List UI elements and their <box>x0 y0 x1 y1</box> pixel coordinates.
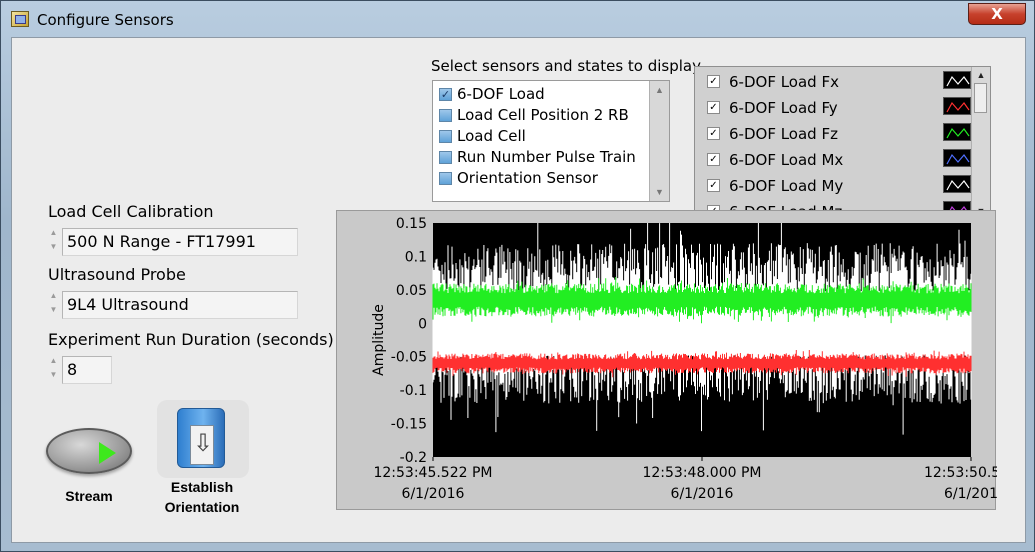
legend-scrollbar[interactable]: ▲ ▼ <box>971 67 990 219</box>
establish-orientation-label: Establish Orientation <box>152 477 252 517</box>
x-tick-label: 6/1/2016 <box>402 486 465 502</box>
checkbox-checked-icon[interactable]: ✓ <box>707 153 720 166</box>
x-tick-label: 12:53:45.522 PM <box>373 465 492 481</box>
duration-label: Experiment Run Duration (seconds) <box>48 330 334 349</box>
probe-spinner[interactable]: ▲ ▼ <box>48 289 59 317</box>
establish-label-line2: Orientation <box>164 499 240 515</box>
stream-button[interactable] <box>46 428 132 474</box>
window-title: Configure Sensors <box>37 11 174 29</box>
spin-down-icon[interactable]: ▼ <box>48 303 59 317</box>
checkbox-checked-icon[interactable]: ✓ <box>707 101 720 114</box>
sensor-listbox[interactable]: ✓ 6-DOF Load Load Cell Position 2 RB Loa… <box>432 80 670 202</box>
spin-down-icon[interactable]: ▼ <box>48 368 59 382</box>
orientation-cube-icon <box>177 408 225 468</box>
spin-up-icon[interactable]: ▲ <box>48 289 59 303</box>
scroll-thumb[interactable] <box>974 83 987 113</box>
close-button[interactable]: X <box>968 3 1026 25</box>
sensor-item-label: 6-DOF Load <box>457 85 545 103</box>
sensor-item-label: Load Cell <box>457 127 526 145</box>
scroll-up-icon[interactable]: ▲ <box>972 70 990 80</box>
y-tick-label: 0.1 <box>405 249 427 265</box>
spin-up-icon[interactable]: ▲ <box>48 354 59 368</box>
plot-swatch-icon[interactable] <box>943 123 971 141</box>
legend-item-label: 6-DOF Load Fz <box>729 125 838 143</box>
legend-item-label: 6-DOF Load Fy <box>729 99 838 117</box>
establish-label-line1: Establish <box>170 479 234 495</box>
main-panel: Load Cell Calibration ▲ ▼ 500 N Range - F… <box>11 37 1026 543</box>
x-tick-label: 6/1/2016 <box>671 486 734 502</box>
calibration-field[interactable]: 500 N Range - FT17991 <box>62 228 298 256</box>
duration-spinner[interactable]: ▲ ▼ <box>48 354 59 382</box>
checkbox-icon[interactable] <box>439 109 452 122</box>
stream-label: Stream <box>65 488 113 504</box>
duration-field[interactable]: 8 <box>62 356 112 384</box>
plot-legend: ✓ 6-DOF Load Fx ✓ 6-DOF Load Fy ✓ 6-DOF … <box>694 66 991 221</box>
legend-item-label: 6-DOF Load Mx <box>729 151 844 169</box>
title-bar[interactable]: Configure Sensors X <box>1 1 1034 37</box>
sensor-list-scrollbar[interactable]: ▲ ▼ <box>649 81 669 201</box>
x-tick-label: 12:53:50.522 <box>924 465 997 481</box>
checkbox-checked-icon[interactable]: ✓ <box>707 179 720 192</box>
scroll-down-icon[interactable]: ▼ <box>650 187 669 197</box>
configure-sensors-window: Configure Sensors X Load Cell Calibratio… <box>0 0 1035 552</box>
legend-item-label: 6-DOF Load Fx <box>729 73 839 91</box>
plot-swatch-icon[interactable] <box>943 149 971 167</box>
sensor-item-label: Load Cell Position 2 RB <box>457 106 629 124</box>
x-tick-label: 12:53:48.000 PM <box>642 465 761 481</box>
waveform-chart: 0.15 0.1 0.05 0 -0.05 -0.1 -0.15 -0.2 12:53:45.… <box>336 210 997 510</box>
checkbox-icon[interactable] <box>439 130 452 143</box>
spin-up-icon[interactable]: ▲ <box>48 226 59 240</box>
y-tick-label: 0.05 <box>396 283 427 299</box>
y-tick-label: 0.15 <box>396 216 427 232</box>
sensor-item-label: Run Number Pulse Train <box>457 148 636 166</box>
calibration-spinner[interactable]: ▲ ▼ <box>48 226 59 254</box>
y-tick-label: -0.05 <box>391 350 427 366</box>
spin-down-icon[interactable]: ▼ <box>48 240 59 254</box>
checkbox-checked-icon[interactable]: ✓ <box>707 127 720 140</box>
checkbox-icon[interactable] <box>439 172 452 185</box>
y-tick-label: -0.2 <box>400 450 427 466</box>
x-tick-label: 6/1/201 <box>944 486 997 502</box>
checkbox-icon[interactable] <box>439 151 452 164</box>
probe-field[interactable]: 9L4 Ultrasound <box>62 291 298 319</box>
app-icon <box>11 11 29 27</box>
chart-svg: 0.15 0.1 0.05 0 -0.05 -0.1 -0.15 -0.2 12:53:45.… <box>371 216 997 502</box>
sensor-item-label: Orientation Sensor <box>457 169 598 187</box>
play-icon <box>99 442 116 464</box>
checkbox-checked-icon[interactable]: ✓ <box>707 75 720 88</box>
x-ticks: 12:53:45.522 PM 6/1/2016 12:53:48.000 PM 6/… <box>373 457 997 502</box>
y-ticks: 0.15 0.1 0.05 0 -0.05 -0.1 -0.15 -0.2 <box>391 216 427 466</box>
establish-orientation-button[interactable] <box>157 400 249 478</box>
sensor-list-heading: Select sensors and states to display <box>431 57 701 75</box>
legend-item-label: 6-DOF Load My <box>729 177 844 195</box>
y-tick-label: 0 <box>418 316 427 332</box>
scroll-up-icon[interactable]: ▲ <box>650 85 669 95</box>
y-axis-label: Amplitude <box>371 304 387 376</box>
y-tick-label: -0.1 <box>400 383 427 399</box>
y-tick-label: -0.15 <box>391 417 427 433</box>
plot-swatch-icon[interactable] <box>943 97 971 115</box>
plot-swatch-icon[interactable] <box>943 175 971 193</box>
calibration-label: Load Cell Calibration <box>48 202 214 221</box>
checkbox-checked-icon[interactable]: ✓ <box>439 88 452 101</box>
probe-label: Ultrasound Probe <box>48 265 186 284</box>
plot-swatch-icon[interactable] <box>943 71 971 89</box>
